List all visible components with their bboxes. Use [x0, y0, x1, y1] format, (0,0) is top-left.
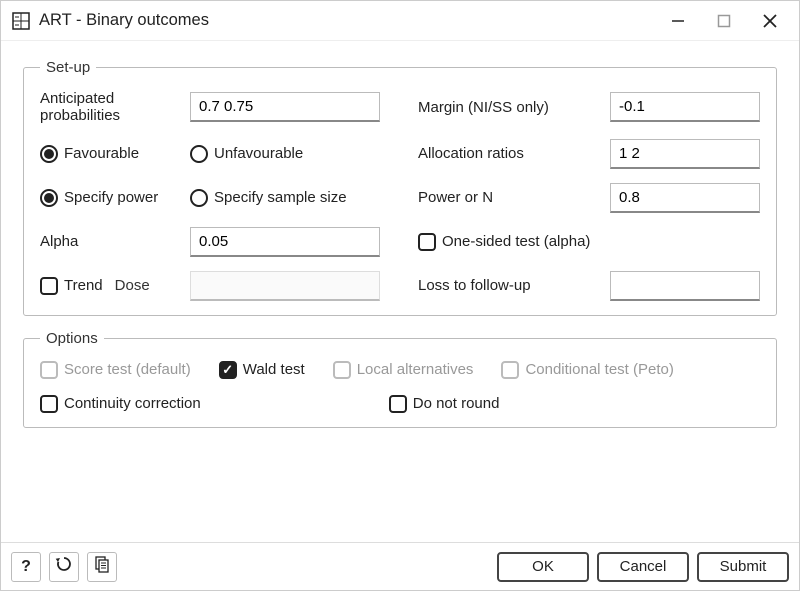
specify-sample-size-radio[interactable]: Specify sample size — [190, 189, 400, 207]
score-test-checkbox[interactable]: Score test (default) — [40, 361, 191, 379]
do-not-round-label: Do not round — [413, 395, 500, 412]
checkbox-icon — [40, 395, 58, 413]
submit-label: Submit — [720, 558, 767, 575]
unfavourable-radio[interactable]: Unfavourable — [190, 145, 380, 163]
options-legend: Options — [40, 330, 104, 347]
local-alternatives-checkbox[interactable]: Local alternatives — [333, 361, 474, 379]
continuity-correction-checkbox[interactable]: Continuity correction — [40, 395, 201, 413]
local-alternatives-label: Local alternatives — [357, 361, 474, 378]
anticipated-prob-label: Anticipated probabilities — [40, 90, 180, 125]
radio-selected-icon — [40, 189, 58, 207]
continuity-correction-label: Continuity correction — [64, 395, 201, 412]
loss-followup-label: Loss to follow-up — [410, 277, 600, 294]
checkbox-icon — [418, 233, 436, 251]
radio-selected-icon — [40, 145, 58, 163]
alpha-label: Alpha — [40, 233, 180, 250]
score-test-label: Score test (default) — [64, 361, 191, 378]
cancel-label: Cancel — [620, 558, 667, 575]
minimize-button[interactable] — [655, 2, 701, 40]
favourable-radio[interactable]: Favourable — [40, 145, 180, 163]
dose-label: Dose — [115, 277, 150, 294]
reset-icon — [55, 555, 73, 578]
margin-label: Margin (NI/SS only) — [410, 99, 600, 116]
do-not-round-checkbox[interactable]: Do not round — [389, 395, 500, 413]
checkbox-checked-icon — [219, 361, 237, 379]
specify-power-radio[interactable]: Specify power — [40, 189, 180, 207]
checkbox-icon — [389, 395, 407, 413]
radio-icon — [190, 189, 208, 207]
options-group: Options Score test (default) Wald test L… — [23, 330, 777, 428]
one-sided-checkbox[interactable]: One-sided test (alpha) — [410, 233, 760, 251]
one-sided-label: One-sided test (alpha) — [442, 233, 590, 250]
copy-icon — [93, 555, 111, 578]
ok-label: OK — [532, 558, 554, 575]
specify-sample-size-label: Specify sample size — [214, 189, 347, 206]
dialog-content: Set-up Anticipated probabilities Margin … — [1, 41, 799, 542]
favourable-label: Favourable — [64, 145, 139, 162]
cancel-button[interactable]: Cancel — [597, 552, 689, 582]
maximize-button[interactable] — [701, 2, 747, 40]
help-button[interactable]: ? — [11, 552, 41, 582]
radio-icon — [190, 145, 208, 163]
specify-power-label: Specify power — [64, 189, 158, 206]
allocation-ratios-label: Allocation ratios — [410, 145, 600, 162]
trend-label: Trend — [64, 277, 103, 294]
wald-test-label: Wald test — [243, 361, 305, 378]
reset-button[interactable] — [49, 552, 79, 582]
submit-button[interactable]: Submit — [697, 552, 789, 582]
close-button[interactable] — [747, 2, 793, 40]
ok-button[interactable]: OK — [497, 552, 589, 582]
unfavourable-label: Unfavourable — [214, 145, 303, 162]
alpha-input[interactable] — [190, 227, 380, 257]
power-or-n-input[interactable] — [610, 183, 760, 213]
dialog-footer: ? OK Cancel Submi — [1, 542, 799, 590]
copy-button[interactable] — [87, 552, 117, 582]
checkbox-icon — [40, 277, 58, 295]
loss-followup-input[interactable] — [610, 271, 760, 301]
wald-test-checkbox[interactable]: Wald test — [219, 361, 305, 379]
conditional-test-label: Conditional test (Peto) — [525, 361, 673, 378]
dose-input[interactable] — [190, 271, 380, 301]
titlebar: ART - Binary outcomes — [1, 1, 799, 41]
help-icon: ? — [21, 558, 31, 576]
dialog-window: ART - Binary outcomes Set-up Anticipated… — [0, 0, 800, 591]
conditional-test-checkbox[interactable]: Conditional test (Peto) — [501, 361, 673, 379]
app-icon — [11, 11, 31, 31]
checkbox-icon — [501, 361, 519, 379]
setup-group: Set-up Anticipated probabilities Margin … — [23, 59, 777, 316]
checkbox-icon — [40, 361, 58, 379]
allocation-ratios-input[interactable] — [610, 139, 760, 169]
anticipated-prob-input[interactable] — [190, 92, 380, 122]
window-title: ART - Binary outcomes — [39, 11, 209, 30]
margin-input[interactable] — [610, 92, 760, 122]
trend-checkbox[interactable]: Trend — [40, 277, 103, 295]
checkbox-icon — [333, 361, 351, 379]
setup-legend: Set-up — [40, 59, 96, 76]
power-or-n-label: Power or N — [410, 189, 600, 206]
